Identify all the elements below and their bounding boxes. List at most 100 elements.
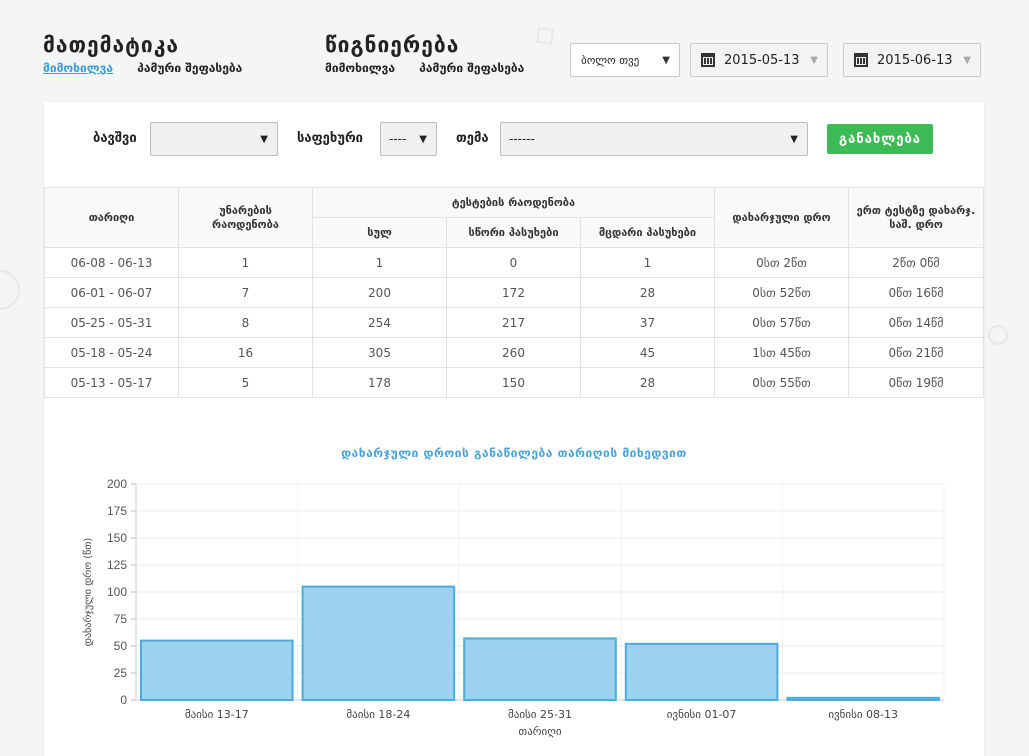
col-header-correct: სწორი პასუხები: [446, 217, 581, 248]
bar: [463, 637, 617, 702]
time-distribution-chart: 0 25 50 75 100 125 150 175 200 მაისი 13-17 მაისი 1…: [82, 477, 945, 738]
refresh-button[interactable]: განახლება: [827, 124, 933, 154]
chevron-down-icon: ▼: [260, 133, 268, 145]
date-from-picker[interactable]: 2015-05-13 ▼: [690, 43, 828, 77]
x-tick-label: მაისი 13-17: [185, 708, 249, 721]
cell-total: 1: [312, 247, 447, 278]
topic-select[interactable]: ------ ▼: [500, 122, 808, 156]
cell-correct: 217: [446, 307, 581, 338]
date-to-picker[interactable]: 2015-06-13 ▼: [843, 43, 981, 77]
link-overview-math[interactable]: მიმოხილვა: [43, 61, 113, 75]
y-tick-label: 125: [107, 558, 127, 572]
decoration-circle: [0, 270, 20, 310]
chart-title: დახარჯული დროის განაწილება თარიღის მიხედ…: [341, 446, 687, 460]
level-select[interactable]: ---- ▼: [380, 122, 437, 156]
y-tick-label: 200: [107, 477, 127, 491]
col-header-date: თარიღი: [44, 187, 179, 248]
date-to-value: 2015-06-13: [877, 52, 953, 68]
y-tick-label: 0: [120, 693, 127, 707]
student-select[interactable]: ▼: [150, 122, 278, 156]
cell-wrong: 1: [580, 247, 715, 278]
decoration-circle: [988, 325, 1008, 345]
cell-correct: 0: [446, 247, 581, 278]
cell-skills: 8: [178, 307, 313, 338]
filter-bar: ბავშვი ▼ საფეხური ---- ▼ თემა ------ ▼ გ…: [44, 122, 984, 158]
cell-per-test: 0წთ 16წმ: [848, 277, 984, 308]
cell-date: 05-25 - 05-31: [44, 307, 179, 338]
cell-date: 05-18 - 05-24: [44, 337, 179, 368]
link-overview-literacy[interactable]: მიმოხილვა: [325, 61, 395, 75]
cell-correct: 172: [446, 277, 581, 308]
chevron-down-icon: ▼: [419, 133, 427, 145]
level-label: საფეხური: [297, 131, 363, 146]
y-tick-label: 25: [114, 666, 128, 680]
table-row: 05-25 - 05-31 8 254 217 37 0სთ 57წთ 0წთ …: [44, 307, 984, 338]
topic-select-value: ------: [509, 132, 535, 146]
period-select[interactable]: ბოლო თვე ▼: [570, 43, 680, 77]
col-header-skills: უნარების რაოდენობა: [178, 187, 313, 248]
cell-total: 178: [312, 367, 447, 398]
cell-time: 0სთ 52წთ: [714, 277, 849, 308]
date-from-value: 2015-05-13: [724, 52, 800, 68]
bar: [301, 585, 456, 701]
link-group-eval-math[interactable]: პამური შეფასება: [137, 61, 242, 75]
cell-time: 0სთ 55წთ: [714, 367, 849, 398]
y-tick-label: 50: [114, 639, 128, 653]
cell-time: 0სთ 57წთ: [714, 307, 849, 338]
period-select-value: ბოლო თვე: [581, 53, 640, 67]
col-header-tests: ტესტების რაოდენობა: [312, 187, 715, 218]
chevron-down-icon: ▼: [662, 54, 670, 66]
chevron-down-icon: ▼: [790, 133, 798, 145]
chevron-down-icon: ▼: [963, 54, 971, 66]
bar: [624, 642, 779, 701]
calendar-icon: [854, 53, 868, 67]
y-axis-label: დახარჯული დრო (წთ): [82, 538, 94, 647]
cell-total: 305: [312, 337, 447, 368]
y-tick-label: 150: [107, 531, 127, 545]
x-tick-label: ივნისი 01-07: [667, 708, 737, 721]
student-label: ბავშვი: [93, 131, 137, 146]
cell-time: 1სთ 45წთ: [714, 337, 849, 368]
cell-skills: 16: [178, 337, 313, 368]
level-select-value: ----: [389, 132, 407, 146]
cell-per-test: 0წთ 19წმ: [848, 367, 984, 398]
y-tick-label: 175: [107, 504, 127, 518]
cell-correct: 260: [446, 337, 581, 368]
subject-math: მათემატიკა მიმოხილვა პამური შეფასება: [43, 32, 262, 75]
table-row: 06-01 - 06-07 7 200 172 28 0სთ 52წთ 0წთ …: [44, 277, 984, 308]
x-axis-label: თარიღი: [518, 725, 561, 738]
cell-skills: 5: [178, 367, 313, 398]
cell-total: 254: [312, 307, 447, 338]
x-tick-label: მაისი 25-31: [508, 708, 572, 721]
cell-per-test: 0წთ 14წმ: [848, 307, 984, 338]
col-header-per-test: ერთ ტესტზე დახარჯ. საშ. დრო: [848, 187, 984, 248]
table-row: 06-08 - 06-13 1 1 0 1 0სთ 2წთ 2წთ 0წმ: [44, 247, 984, 278]
subject-literacy: წიგნიერება მიმოხილვა პამური შეფასება: [325, 32, 544, 75]
cell-total: 200: [312, 277, 447, 308]
stats-table: თარიღი უნარების რაოდენობა ტესტების რაოდე…: [44, 187, 984, 398]
subject-title-math: მათემატიკა: [43, 33, 179, 57]
cell-skills: 1: [178, 247, 313, 278]
y-tick-label: 75: [114, 612, 128, 626]
cell-date: 06-08 - 06-13: [44, 247, 179, 278]
col-header-wrong: მცდარი პასუხები: [580, 217, 715, 248]
x-tick-label: ივნისი 08-13: [828, 708, 898, 721]
cell-wrong: 45: [580, 337, 715, 368]
cell-per-test: 0წთ 21წმ: [848, 337, 984, 368]
col-header-time: დახარჯული დრო: [714, 187, 849, 248]
subject-title-literacy: წიგნიერება: [325, 33, 460, 57]
chevron-down-icon: ▼: [810, 54, 818, 66]
cell-correct: 150: [446, 367, 581, 398]
calendar-icon: [701, 53, 715, 67]
cell-skills: 7: [178, 277, 313, 308]
bar: [140, 639, 294, 702]
bar: [786, 696, 941, 701]
table-row: 05-18 - 05-24 16 305 260 45 1სთ 45წთ 0წთ…: [44, 337, 984, 368]
x-tick-label: მაისი 18-24: [346, 708, 410, 721]
topic-label: თემა: [456, 131, 489, 146]
cell-time: 0სთ 2წთ: [714, 247, 849, 278]
link-group-eval-literacy[interactable]: პამური შეფასება: [419, 61, 524, 75]
report-card: ბავშვი ▼ საფეხური ---- ▼ თემა ------ ▼ გ…: [44, 102, 984, 756]
cell-wrong: 28: [580, 367, 715, 398]
col-header-total: სულ: [312, 217, 447, 248]
